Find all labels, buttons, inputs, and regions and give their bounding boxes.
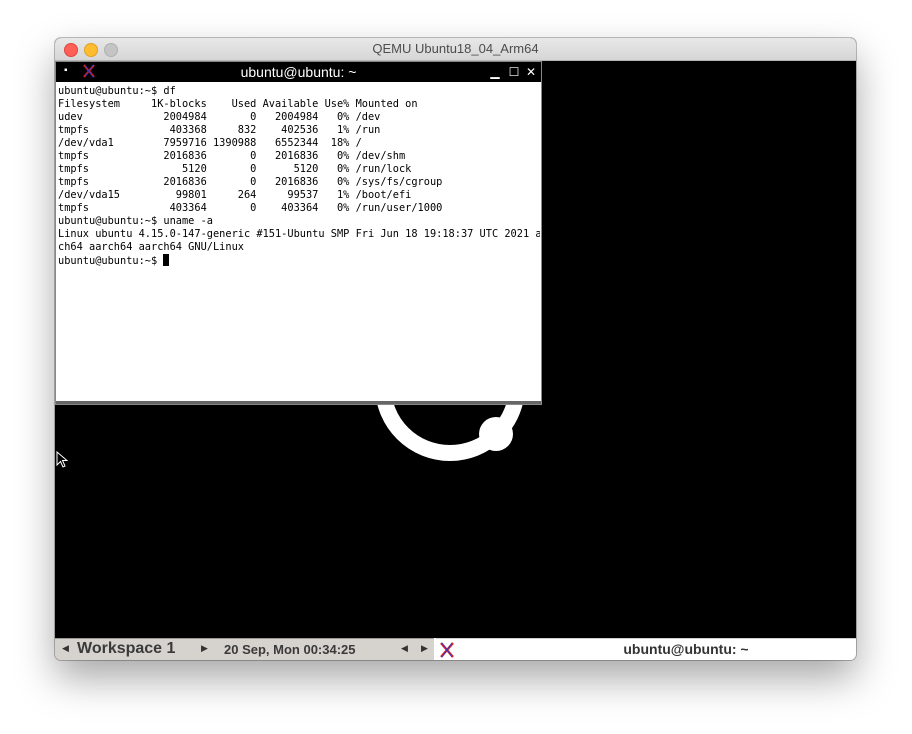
bottom-panel: ◀ Workspace 1 ▶ 20 Sep, Mon 00:34:25 ◀ ▶… [55,638,856,660]
taskbar-item-terminal[interactable]: ubuntu@ubuntu: ~ [436,638,856,660]
workspace-label[interactable]: Workspace 1 [77,640,175,658]
qemu-host-window: QEMU Ubuntu18_04_Arm64 ▪ ubuntu@ubuntu: … [55,38,856,660]
clock: 20 Sep, Mon 00:34:25 [224,642,356,657]
terminal-line: tmpfs 403364 0 403364 0% /run/user/1000 [58,202,443,214]
guest-desktop[interactable]: ▪ ubuntu@ubuntu: ~ ▁ ☐ ✕ ubuntu@ubuntu:~… [55,61,856,638]
terminal-cursor [163,254,170,266]
terminal-window[interactable]: ▪ ubuntu@ubuntu: ~ ▁ ☐ ✕ ubuntu@ubuntu:~… [55,61,542,405]
next-task-arrow-icon[interactable]: ▶ [421,643,428,654]
terminal-prompt: ubuntu@ubuntu:~$ [58,255,164,267]
prev-workspace-arrow-icon[interactable]: ◀ [62,643,69,654]
ubuntu-logo-dot [479,417,513,451]
terminal-line: Linux ubuntu 4.15.0-147-generic #151-Ubu… [58,228,540,240]
terminal-line: /dev/vda1 7959716 1390988 6552344 18% / [58,137,362,149]
terminal-maximize-button[interactable]: ☐ [507,65,521,79]
terminal-output[interactable]: ubuntu@ubuntu:~$ df Filesystem 1K-blocks… [58,85,540,399]
terminal-line: ch64 aarch64 aarch64 GNU/Linux [58,241,244,253]
terminal-prompt-line[interactable]: ubuntu@ubuntu:~$ [58,254,540,267]
terminal-line: ubuntu@ubuntu:~$ df [58,85,176,97]
taskbar-item-label: ubuntu@ubuntu: ~ [623,641,749,657]
terminal-line: ubuntu@ubuntu:~$ uname -a [58,215,213,227]
terminal-line: tmpfs 403368 832 402536 1% /run [58,124,381,136]
terminal-line: /dev/vda15 99801 264 99537 1% /boot/efi [58,189,412,201]
terminal-title: ubuntu@ubuntu: ~ [240,64,357,80]
terminal-close-button[interactable]: ✕ [524,65,538,79]
next-workspace-arrow-icon[interactable]: ▶ [201,643,208,654]
terminal-line: Filesystem 1K-blocks Used Available Use%… [58,98,418,110]
terminal-line: udev 2004984 0 2004984 0% /dev [58,111,381,123]
terminal-titlebar[interactable]: ▪ ubuntu@ubuntu: ~ ▁ ☐ ✕ [56,62,541,82]
terminal-resize-border[interactable] [56,401,541,404]
host-window-title: QEMU Ubuntu18_04_Arm64 [372,41,539,56]
terminal-line: tmpfs 2016836 0 2016836 0% /sys/fs/cgrou… [58,176,443,188]
terminal-line: tmpfs 5120 0 5120 0% /run/lock [58,163,412,175]
mouse-pointer-icon [56,451,68,468]
workspace-switcher: ◀ Workspace 1 ▶ 20 Sep, Mon 00:34:25 ◀ ▶ [55,638,434,660]
prev-task-arrow-icon[interactable]: ◀ [401,643,408,654]
terminal-line: tmpfs 2016836 0 2016836 0% /dev/shm [58,150,406,162]
host-titlebar[interactable]: QEMU Ubuntu18_04_Arm64 [55,38,856,61]
terminal-minimize-button[interactable]: ▁ [488,65,502,79]
